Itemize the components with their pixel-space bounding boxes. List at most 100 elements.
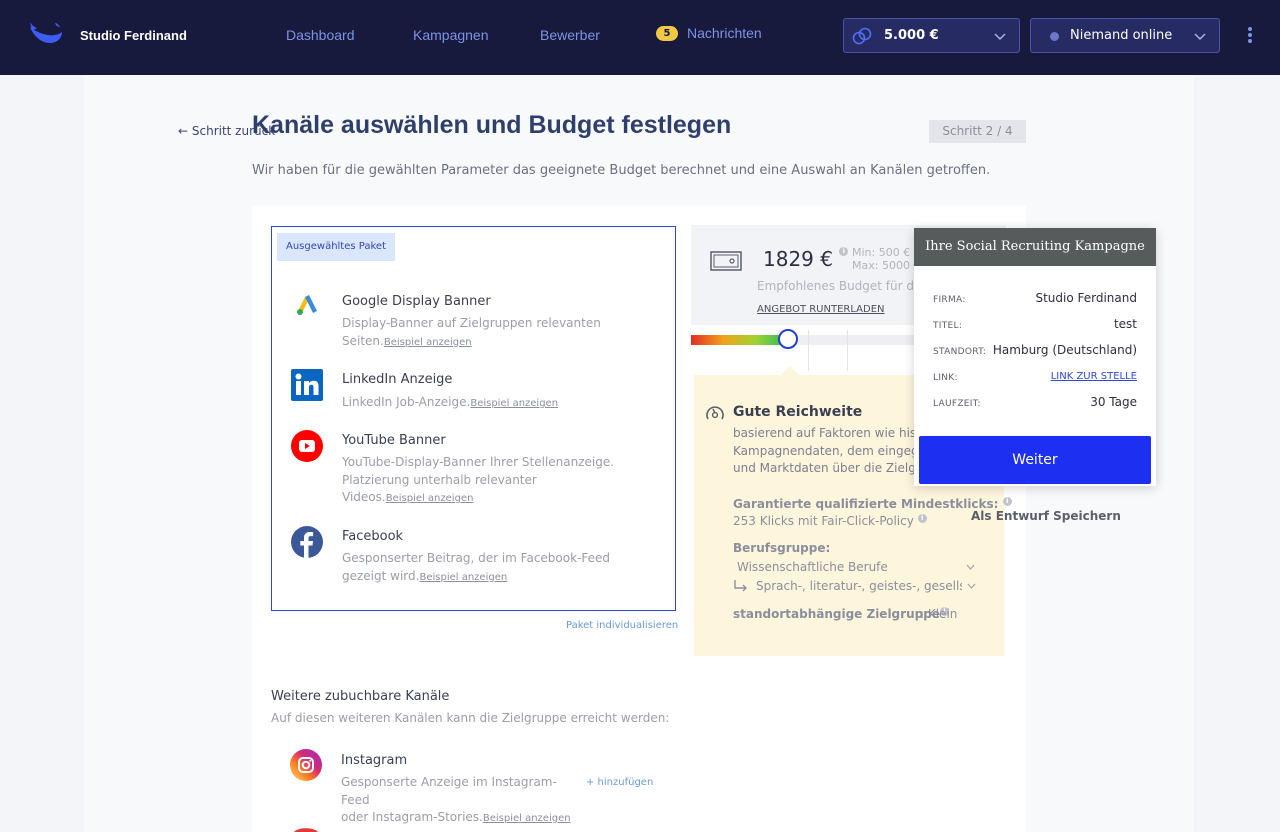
job-subgroup-value: Sprach-, literatur-, geistes-, gesellsch…	[756, 579, 962, 593]
summary-key: LINK:	[933, 373, 958, 383]
reach-pointer	[781, 366, 799, 375]
nav-bewerber[interactable]: Bewerber	[540, 27, 600, 43]
instagram-icon	[290, 749, 322, 781]
channel-desc: Gesponserte Anzeige im Instagram-Feed	[341, 775, 557, 807]
summary-row-duration: LAUFZEIT: 30 Tage	[933, 395, 1137, 413]
selected-package-tag: Ausgewähltes Paket	[277, 233, 395, 261]
audience-value: : Klein	[920, 607, 958, 621]
nav-kampagnen[interactable]: Kampagnen	[413, 27, 489, 43]
gauge-icon	[706, 406, 724, 420]
channel-title: YouTube Banner	[342, 433, 446, 448]
channel-desc: Gesponserter Beitrag, der im Facebook-Fe…	[342, 551, 611, 565]
nav-nachrichten[interactable]: Nachrichten	[687, 25, 762, 41]
chevron-down-icon	[967, 583, 976, 589]
page-subtitle: Wir haben für die gewählten Parameter da…	[252, 163, 991, 178]
summary-key: TITEL:	[933, 321, 963, 331]
status-dot	[1050, 32, 1059, 41]
min-clicks-value: 253 Klicks mit Fair-Click-Policy i	[733, 514, 927, 528]
budget-amount-value: 1829 €	[763, 247, 833, 271]
next-button[interactable]: Weiter	[919, 436, 1151, 484]
example-link[interactable]: Beispiel anzeigen	[386, 493, 474, 504]
summary-value: 30 Tage	[1090, 395, 1137, 409]
chevron-down-icon	[994, 33, 1006, 41]
online-status-value: Niemand online	[1070, 28, 1173, 43]
channel-desc: gezeigt wird.	[342, 568, 420, 583]
step-badge: Schritt 2 / 4	[929, 120, 1026, 143]
nav-dashboard[interactable]: Dashboard	[286, 27, 355, 43]
budget-min: Min: 500 €	[852, 246, 911, 259]
page-title: Kanäle auswählen und Budget festlegen	[252, 111, 732, 139]
summary-key: STANDORT:	[933, 347, 987, 357]
more-channels-title: Weitere zubuchbare Kanäle	[271, 689, 450, 704]
summary-row-link: LINK: LINK ZUR STELLE	[933, 369, 1137, 387]
budget-amount: 1829 € i	[763, 247, 849, 271]
brand-name[interactable]: Studio Ferdinand	[80, 28, 187, 43]
job-link[interactable]: LINK ZUR STELLE	[1051, 371, 1137, 382]
summary-value: Hamburg (Deutschland)	[992, 343, 1137, 357]
reach-text-line: Kampagnendaten, dem eingegebenen Budget	[733, 443, 919, 458]
min-clicks-label-text: Garantierte qualifizierte Mindestklicks:	[733, 497, 999, 511]
summary-key: FIRMA:	[933, 295, 966, 305]
channel-title: LinkedIn Anzeige	[342, 372, 453, 387]
add-instagram-link[interactable]: + hinzufügen	[586, 777, 653, 788]
top-bar: Studio Ferdinand Dashboard Kampagnen Bew…	[0, 0, 1280, 75]
save-draft-button[interactable]: Als Entwurf Speichern	[971, 509, 1121, 523]
channel-desc: oder Instagram-Stories.	[341, 810, 483, 824]
reach-text-line: und Marktdaten über die Zielgruppe	[733, 461, 919, 475]
whale-logo-icon[interactable]	[28, 19, 64, 47]
summary-row-title: TITEL: test	[933, 317, 1137, 335]
info-icon[interactable]: i	[839, 247, 849, 256]
campaign-summary-panel: Ihre Social Recruiting Kampagne FIRMA: S…	[914, 228, 1156, 486]
channel-desc: Videos.	[342, 490, 386, 504]
min-clicks-value-text: 253 Klicks mit Fair-Click-Policy	[733, 514, 914, 528]
coins-icon	[852, 27, 872, 45]
job-group-label: Berufsgruppe:	[733, 541, 831, 555]
min-clicks-label: Garantierte qualifizierte Mindestklicks:…	[733, 497, 1012, 511]
summary-row-company: FIRMA: Studio Ferdinand	[933, 291, 1137, 309]
channel-desc: Platzierung unterhalb relevanter	[342, 472, 537, 487]
channel-desc: Seiten.	[342, 333, 384, 348]
budget-min-max: Min: 500 € Max: 5000 €	[852, 246, 920, 272]
next-channel-icon	[294, 828, 318, 832]
channel-title: Google Display Banner	[342, 294, 491, 309]
summary-title: Ihre Social Recruiting Kampagne	[914, 228, 1156, 266]
youtube-icon	[291, 430, 323, 462]
more-menu-icon[interactable]	[1243, 25, 1257, 47]
budget-slider-handle[interactable]	[778, 329, 798, 349]
google-ads-icon	[297, 295, 317, 315]
budget-select[interactable]: 5.000 €	[843, 18, 1020, 53]
reach-text-line: basierend auf Faktoren wie historischen	[733, 426, 919, 440]
info-icon[interactable]: i	[1002, 497, 1012, 506]
slider-tick	[808, 330, 809, 371]
banknote-icon	[710, 251, 742, 271]
channel-title: Facebook	[342, 529, 404, 544]
channel-title: Instagram	[341, 753, 408, 768]
example-link[interactable]: Beispiel anzeigen	[419, 572, 507, 583]
subdirectory-arrow-icon	[734, 580, 747, 592]
online-status-select[interactable]: Niemand online	[1030, 18, 1220, 53]
audience-label: standortabhängige Zielgruppe i	[733, 607, 949, 621]
channel-desc: Display-Banner auf Zielgruppen relevante…	[342, 316, 601, 330]
download-offer-link[interactable]: ANGEBOT RUNTERLADEN	[757, 304, 885, 315]
customize-package-link[interactable]: Paket individualisieren	[566, 620, 678, 631]
audience-label-text: standortabhängige Zielgruppe	[733, 607, 940, 621]
messages-count-badge: 5	[656, 26, 678, 41]
channel-desc: LinkedIn Job-Anzeige.	[342, 395, 471, 409]
linkedin-icon	[291, 369, 323, 401]
reach-title: Gute Reichweite	[733, 404, 863, 420]
summary-value: Studio Ferdinand	[1035, 291, 1137, 305]
example-link[interactable]: Beispiel anzeigen	[470, 398, 558, 409]
reach-description: basierend auf Faktoren wie historischen …	[733, 425, 919, 478]
example-link[interactable]: Beispiel anzeigen	[384, 337, 472, 348]
chevron-down-icon	[1194, 33, 1206, 41]
slider-tick	[847, 330, 848, 371]
example-link[interactable]: Beispiel anzeigen	[483, 813, 571, 824]
summary-value: test	[1113, 317, 1137, 331]
budget-max: Max: 5000 €	[852, 259, 921, 272]
summary-key: LAUFZEIT:	[933, 399, 981, 409]
info-icon[interactable]: i	[917, 514, 927, 523]
job-group-value: Wissenschaftliche Berufe	[737, 560, 888, 574]
budget-value: 5.000 €	[884, 28, 939, 43]
more-channels-subtitle: Auf diesen weiteren Kanälen kann die Zie…	[271, 711, 670, 725]
budget-slider-fill	[691, 335, 787, 345]
